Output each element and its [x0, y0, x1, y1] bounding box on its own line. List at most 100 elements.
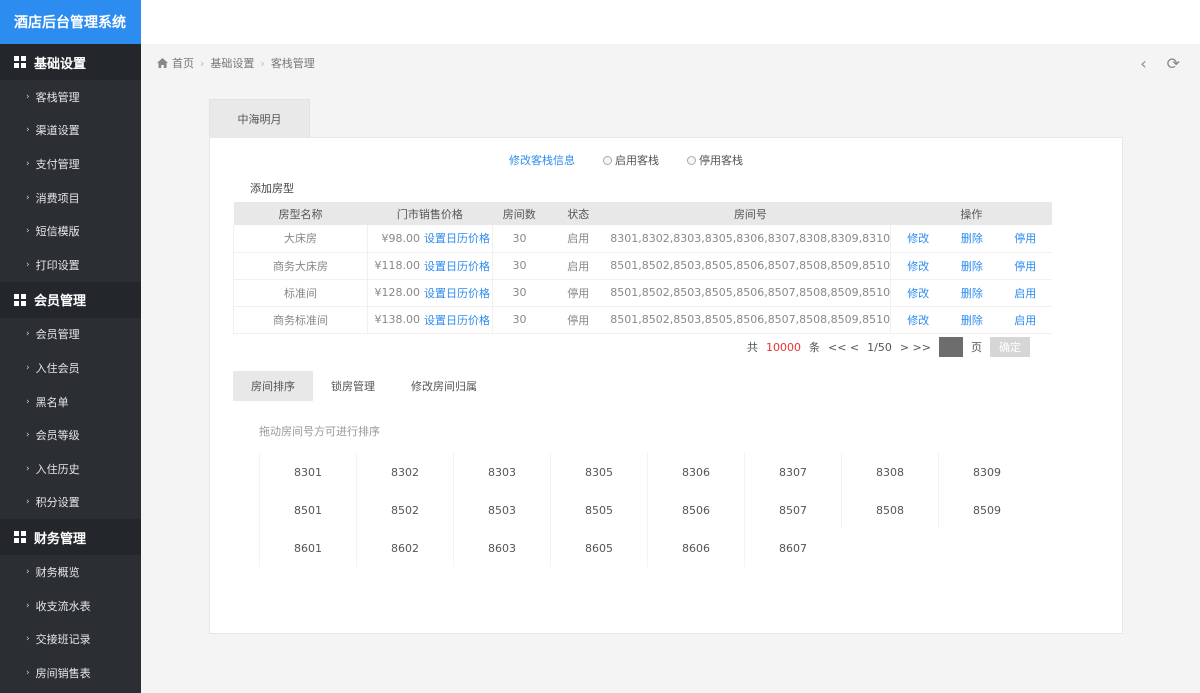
chevron-right-icon: › [26, 91, 30, 102]
table-row: 大床房 ¥98.00 设置日历价格 30 启用 8301,8302,8303,8… [233, 225, 1052, 253]
room-number[interactable]: 8605 [550, 529, 647, 567]
room-type-table: 房型名称 门市销售价格 房间数 状态 房间号 操作 大床房 ¥98.00 设置日… [233, 202, 1052, 334]
tab-room-ownership[interactable]: 修改房间归属 [393, 371, 495, 401]
sidebar-item-label: 客栈管理 [35, 90, 80, 104]
page-jump-input[interactable] [939, 337, 963, 357]
toggle-status-button[interactable]: 启用 [1014, 314, 1036, 327]
room-number[interactable]: 8607 [744, 529, 841, 567]
back-icon[interactable]: ‹ [1140, 54, 1146, 73]
edit-button[interactable]: 修改 [907, 314, 929, 327]
room-type-name: 大床房 [233, 225, 368, 253]
room-number[interactable]: 8507 [744, 491, 841, 529]
pager-prev-button[interactable]: << < [828, 341, 859, 354]
pager-next-button[interactable]: > >> [900, 341, 931, 354]
sidebar-group-label: 财务管理 [34, 531, 87, 547]
sidebar-item-inn-manage[interactable]: › 客栈管理 [0, 80, 141, 114]
room-price: ¥128.00 [367, 279, 425, 307]
delete-button[interactable]: 删除 [961, 314, 983, 327]
chevron-right-icon: › [26, 125, 30, 136]
chevron-right-icon: › [26, 396, 30, 407]
sidebar-item-print[interactable]: › 打印设置 [0, 248, 141, 282]
tab-lock-room[interactable]: 锁房管理 [313, 371, 393, 401]
sidebar-group-finance[interactable]: 财务管理 [0, 519, 141, 556]
chevron-right-icon: › [26, 566, 30, 577]
delete-button[interactable]: 删除 [961, 287, 983, 300]
room-number[interactable]: 8603 [453, 529, 550, 567]
edit-button[interactable]: 修改 [907, 287, 929, 300]
sidebar-item-shift[interactable]: › 交接班记录 [0, 622, 141, 656]
sidebar-item-room-sales[interactable]: › 房间销售表 [0, 656, 141, 690]
grid-icon [14, 531, 26, 544]
sidebar-item-label: 收支流水表 [35, 599, 91, 613]
refresh-icon[interactable]: ⟳ [1167, 54, 1180, 73]
sidebar-item-consume[interactable]: › 消费项目 [0, 181, 141, 215]
inn-actions: 修改客栈信息 启用客栈 停用客栈 [509, 152, 743, 168]
room-numbers: 8501,8502,8503,8505,8506,8507,8508,8509,… [610, 279, 891, 307]
set-calendar-price-link[interactable]: 设置日历价格 [424, 232, 490, 245]
sidebar-group-basic[interactable]: 基础设置 [0, 44, 141, 80]
room-number[interactable]: 8301 [259, 453, 356, 491]
sidebar-item-cashflow[interactable]: › 收支流水表 [0, 589, 141, 623]
toggle-status-button[interactable]: 停用 [1014, 232, 1036, 245]
radio-icon [687, 155, 696, 165]
sidebar-item-member-manage[interactable]: › 会员管理 [0, 318, 141, 352]
room-number[interactable]: 8303 [453, 453, 550, 491]
room-number[interactable]: 8305 [550, 453, 647, 491]
room-number[interactable]: 8503 [453, 491, 550, 529]
sidebar-group-member[interactable]: 会员管理 [0, 281, 141, 318]
sidebar-item-member-level[interactable]: › 会员等级 [0, 418, 141, 452]
sidebar-item-label: 会员等级 [35, 429, 80, 443]
breadcrumb-home[interactable]: 首页 [157, 55, 194, 71]
edit-button[interactable]: 修改 [907, 260, 929, 273]
column-header: 房间数 [492, 202, 547, 225]
room-number[interactable]: 8509 [938, 491, 1035, 529]
page-confirm-button[interactable]: 确定 [990, 337, 1030, 357]
sidebar-item-blacklist[interactable]: › 黑名单 [0, 385, 141, 419]
sidebar-item-channel[interactable]: › 渠道设置 [0, 114, 141, 148]
toggle-status-button[interactable]: 停用 [1014, 260, 1036, 273]
room-count: 30 [491, 225, 547, 253]
grid-icon [14, 56, 26, 68]
set-calendar-price-link[interactable]: 设置日历价格 [424, 287, 490, 300]
room-number[interactable]: 8602 [356, 529, 453, 567]
sidebar-item-payment[interactable]: › 支付管理 [0, 147, 141, 181]
room-status: 停用 [546, 279, 611, 307]
pager-total: 10000 [765, 340, 801, 354]
toggle-status-button[interactable]: 启用 [1014, 287, 1036, 300]
sidebar-item-points[interactable]: › 积分设置 [0, 486, 141, 520]
room-number[interactable]: 8502 [356, 491, 453, 529]
sidebar-item-sms[interactable]: › 短信模版 [0, 214, 141, 248]
room-number[interactable]: 8308 [841, 453, 938, 491]
room-status: 启用 [546, 252, 611, 280]
room-number[interactable]: 8505 [550, 491, 647, 529]
room-number[interactable]: 8306 [647, 453, 744, 491]
sidebar-item-finance-overview[interactable]: › 财务概览 [0, 555, 141, 589]
delete-button[interactable]: 删除 [961, 232, 983, 245]
add-room-type-button[interactable]: 添加房型 [250, 180, 294, 196]
room-subtabs: 房间排序 锁房管理 修改房间归属 [233, 371, 495, 401]
room-number[interactable]: 8501 [259, 491, 356, 529]
room-number[interactable]: 8302 [356, 453, 453, 491]
chevron-right-icon: › [26, 192, 30, 203]
sidebar-item-checkin-history[interactable]: › 入住历史 [0, 452, 141, 486]
set-calendar-price-link[interactable]: 设置日历价格 [424, 314, 490, 327]
edit-inn-info-link[interactable]: 修改客栈信息 [509, 152, 575, 168]
room-number[interactable]: 8309 [938, 453, 1035, 491]
set-calendar-price-link[interactable]: 设置日历价格 [424, 260, 490, 273]
disable-inn-radio[interactable]: 停用客栈 [687, 152, 743, 168]
chevron-right-icon: › [26, 226, 30, 237]
room-count: 30 [491, 252, 547, 280]
room-number[interactable]: 8606 [647, 529, 744, 567]
delete-button[interactable]: 删除 [961, 260, 983, 273]
room-number[interactable]: 8508 [841, 491, 938, 529]
room-number[interactable]: 8307 [744, 453, 841, 491]
breadcrumb-basic[interactable]: 基础设置 [210, 55, 254, 71]
tab-hotel[interactable]: 中海明月 [209, 99, 310, 137]
room-number[interactable]: 8601 [259, 529, 356, 567]
breadcrumb-current: 客栈管理 [270, 57, 315, 70]
sidebar-item-checkin-member[interactable]: › 入住会员 [0, 351, 141, 385]
tab-room-sort[interactable]: 房间排序 [233, 371, 313, 401]
room-number[interactable]: 8506 [647, 491, 744, 529]
edit-button[interactable]: 修改 [907, 232, 929, 245]
enable-inn-radio[interactable]: 启用客栈 [603, 152, 659, 168]
